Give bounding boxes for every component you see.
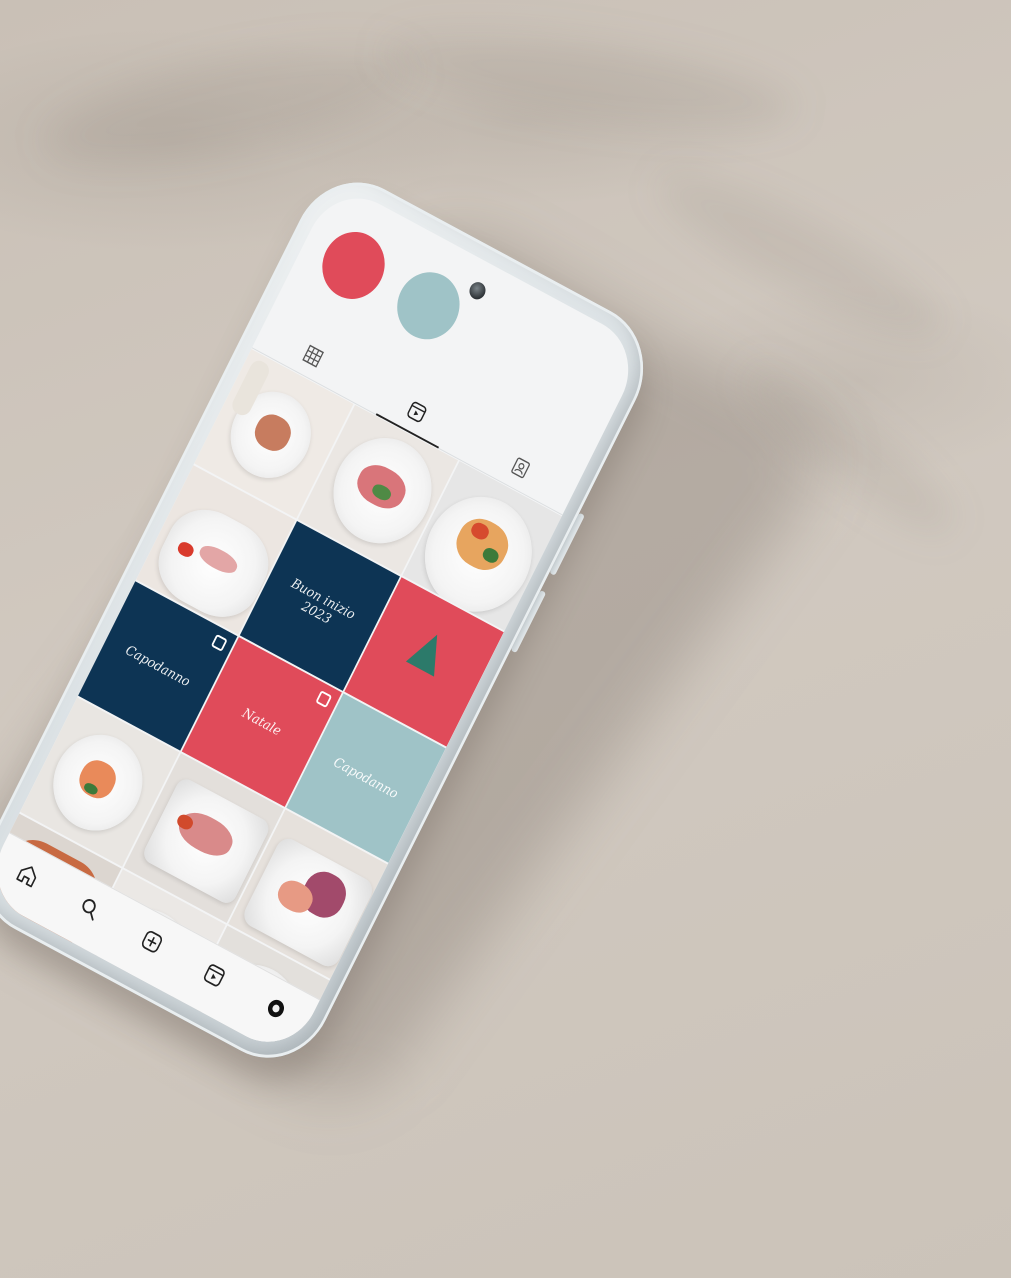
search-icon [82,899,97,921]
scene-background: Buon inizio 2023 Capodanno Natale Capoda… [0,0,1011,1278]
nav-profile[interactable] [258,989,294,1027]
nav-create[interactable] [134,923,170,961]
reels-icon [407,401,427,423]
story-highlights [309,220,471,356]
highlight-cover[interactable] [311,220,396,311]
reels-icon [203,964,225,987]
post-caption: Capodanno [123,642,193,690]
grid-icon [302,344,325,368]
profile-avatar-icon [268,999,285,1018]
post-caption: Buon inizio 2023 [288,575,358,628]
plus-square-icon [141,930,163,953]
highlight-item[interactable] [383,260,471,356]
leaf-shadow [34,21,426,189]
nav-reels[interactable] [196,956,232,994]
carousel-icon [211,634,228,652]
nav-search[interactable] [72,889,108,927]
highlight-cover[interactable] [386,260,471,351]
tagged-icon [511,457,530,478]
nav-home[interactable] [10,856,46,894]
post-caption: Natale [239,705,284,739]
home-icon [16,866,37,888]
leaf-shadow [376,11,804,149]
leaf-shadow [642,148,958,362]
post-caption: Capodanno [331,754,401,802]
carousel-icon [315,690,332,708]
christmas-tree-icon [406,626,452,677]
highlight-item[interactable] [309,220,396,316]
